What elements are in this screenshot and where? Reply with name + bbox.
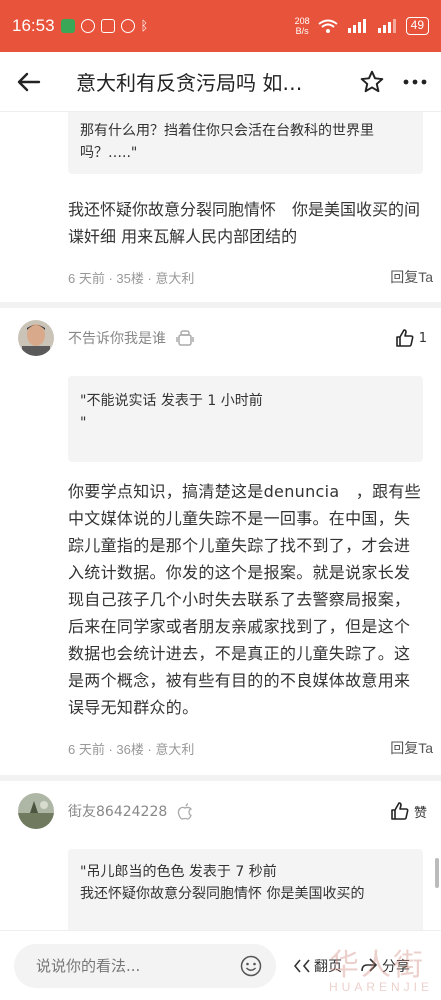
eye-icon [80,19,95,33]
status-icons-right: 208 B/s 49 [295,16,429,36]
quoted-reply: "吊儿郎当的色色 发表于 7 秒前 我还怀疑你故意分裂同胞情怀 你是美国收买的 [68,849,423,930]
thumbs-up-icon [395,329,414,347]
comment-header: 街友86424228 赞 [0,785,441,837]
comment-list[interactable]: 那有什么用？挡着住你只会活在台教科的世界里吗？….." 我还怀疑你故意分裂同胞情… [0,112,441,930]
android-icon [176,330,194,346]
reply-button[interactable]: 回复Ta [390,267,433,287]
emoji-icon[interactable] [240,955,262,977]
avatar-image [18,320,54,356]
avatar[interactable] [18,793,54,829]
star-icon[interactable] [359,69,385,95]
apple-icon [178,803,193,820]
bottom-bar: 说说你的看法... 翻页 分享 华人街 HUARENJIE [0,930,441,1000]
reply-button[interactable]: 回复Ta [390,738,433,758]
username[interactable]: 街友86424228 [68,801,167,821]
comment-input-placeholder: 说说你的看法... [36,957,141,975]
nfc-icon [100,19,115,33]
comment-meta: 6 天前 · 35楼 · 意大利 [68,270,195,286]
scrollbar[interactable] [435,858,439,888]
more-icon[interactable] [403,78,427,86]
avatar-image [18,793,54,829]
like-count: 1 [418,330,427,346]
comment-body: 你要学点知识，搞清楚这是denuncia ，跟有些中文媒体说的儿童失踪不是一回事… [68,482,421,717]
page-title: 意大利有反贪污局吗 如… [76,71,303,95]
comment-meta: 6 天前 · 36楼 · 意大利 [68,741,195,757]
network-speed: 208 B/s [294,16,310,36]
divider [0,302,441,308]
status-bar: 16:53 ᛒ 208 B/s 49 [0,0,441,52]
page-label: 翻页 [314,958,342,975]
comment-input[interactable]: 说说你的看法... [14,943,276,988]
page-flip-icon [294,958,310,973]
arrow-left-icon [17,72,41,91]
like-label: 赞 [413,805,427,821]
divider [0,775,441,781]
share-button[interactable]: 分享 [360,956,410,976]
quoted-reply: "不能说实话 发表于 1 小时前 " [68,376,423,462]
bluetooth-icon: ᛒ [140,18,149,34]
username[interactable]: 不告诉你我是谁 [68,328,166,348]
app-notification-icon [60,19,75,33]
nav-header: 意大利有反贪污局吗 如… [0,52,441,112]
alarm-icon [120,19,135,33]
status-icons-left: ᛒ [60,18,149,34]
wifi-icon [318,19,338,33]
share-label: 分享 [382,958,410,975]
signal-4g-icon [347,19,366,33]
like-button[interactable]: 1 [395,328,427,348]
comment-header: 不告诉你我是谁 1 [0,312,441,364]
page-button[interactable]: 翻页 [294,956,342,976]
comment-item: 街友86424228 赞 "吊儿郎当的色色 发表于 7 秒前 我还怀疑你故意分裂… [0,785,441,930]
avatar[interactable] [18,320,54,356]
share-icon [361,957,378,972]
comment-meta-row: 6 天前 · 36楼 · 意大利 回复Ta [68,735,433,761]
thumbs-up-icon [391,802,409,820]
nav-actions [359,69,441,95]
status-time: 16:53 [12,16,55,35]
comment-item: 那有什么用？挡着住你只会活在台教科的世界里吗？….." 我还怀疑你故意分裂同胞情… [0,112,441,290]
back-button[interactable] [0,52,58,112]
comment-meta-row: 6 天前 · 35楼 · 意大利 回复Ta [68,264,433,290]
quoted-reply: 那有什么用？挡着住你只会活在台教科的世界里吗？….." [68,112,423,174]
comment-item: 不告诉你我是谁 1 "不能说实话 发表于 1 小时前 " 你要学点知识，搞清楚这… [0,312,441,761]
like-button[interactable]: 赞 [390,801,427,821]
signal-3g-icon [377,19,396,33]
battery-indicator: 49 [405,17,429,35]
comment-body: 我还怀疑你故意分裂同胞情怀 你是美国收买的间谍奸细 用来瓦解人民内部团结的 [68,200,421,246]
